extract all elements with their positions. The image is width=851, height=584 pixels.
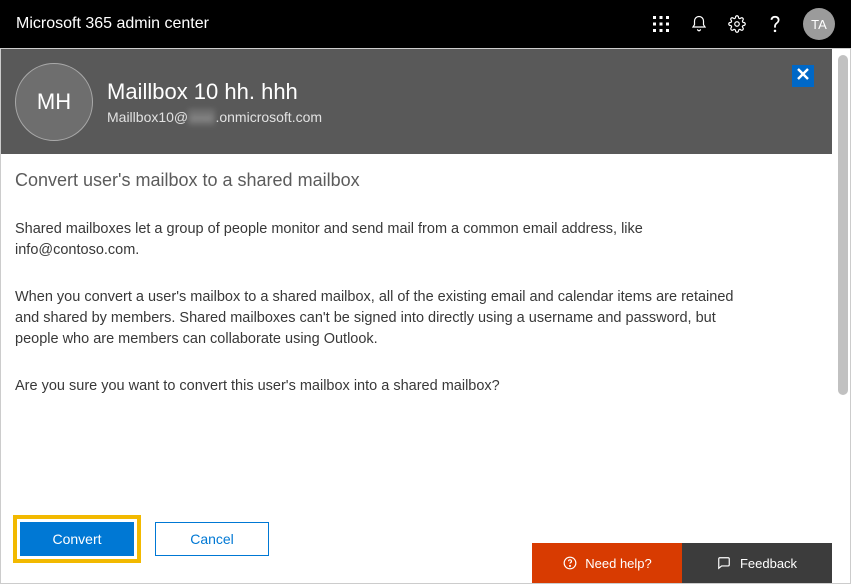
description-paragraph-1: Shared mailboxes let a group of people m… (15, 219, 745, 261)
top-nav-bar: Microsoft 365 admin center (0, 0, 851, 48)
panel-content: MH Maillbox 10 hh. hhh Maillbox10@-----.… (0, 48, 851, 584)
app-title: Microsoft 365 admin center (16, 15, 209, 33)
confirmation-question: Are you sure you want to convert this us… (15, 376, 745, 397)
panel-body: Convert user's mailbox to a shared mailb… (1, 154, 832, 397)
section-title: Convert user's mailbox to a shared mailb… (15, 170, 812, 191)
description-paragraph-2: When you convert a user's mailbox to a s… (15, 287, 745, 350)
user-avatar: MH (15, 63, 93, 141)
settings-gear-icon[interactable] (727, 14, 747, 34)
email-suffix: .onmicrosoft.com (215, 109, 322, 125)
help-circle-icon (562, 556, 577, 571)
notifications-icon[interactable] (689, 14, 709, 34)
feedback-icon (717, 556, 732, 571)
close-button[interactable] (792, 65, 814, 87)
need-help-label: Need help? (585, 556, 652, 571)
scrollbar[interactable] (838, 55, 848, 395)
help-icon[interactable] (765, 14, 785, 34)
highlight-annotation: Convert (13, 515, 141, 563)
user-email: Maillbox10@-----.onmicrosoft.com (107, 109, 322, 125)
action-buttons: Convert Cancel (13, 515, 269, 563)
footer-bar: Need help? Feedback (532, 543, 832, 583)
app-launcher-icon[interactable] (651, 14, 671, 34)
close-icon (795, 66, 811, 87)
feedback-label: Feedback (740, 556, 797, 571)
email-prefix: Maillbox10@ (107, 109, 188, 125)
user-header: MH Maillbox 10 hh. hhh Maillbox10@-----.… (1, 49, 832, 154)
top-nav-actions: TA (651, 8, 835, 40)
need-help-button[interactable]: Need help? (532, 543, 682, 583)
account-avatar[interactable]: TA (803, 8, 835, 40)
user-display-name: Maillbox 10 hh. hhh (107, 79, 322, 105)
user-meta: Maillbox 10 hh. hhh Maillbox10@-----.onm… (107, 79, 322, 125)
email-redacted: ----- (188, 109, 215, 125)
feedback-button[interactable]: Feedback (682, 543, 832, 583)
convert-button[interactable]: Convert (20, 522, 134, 556)
cancel-button[interactable]: Cancel (155, 522, 269, 556)
